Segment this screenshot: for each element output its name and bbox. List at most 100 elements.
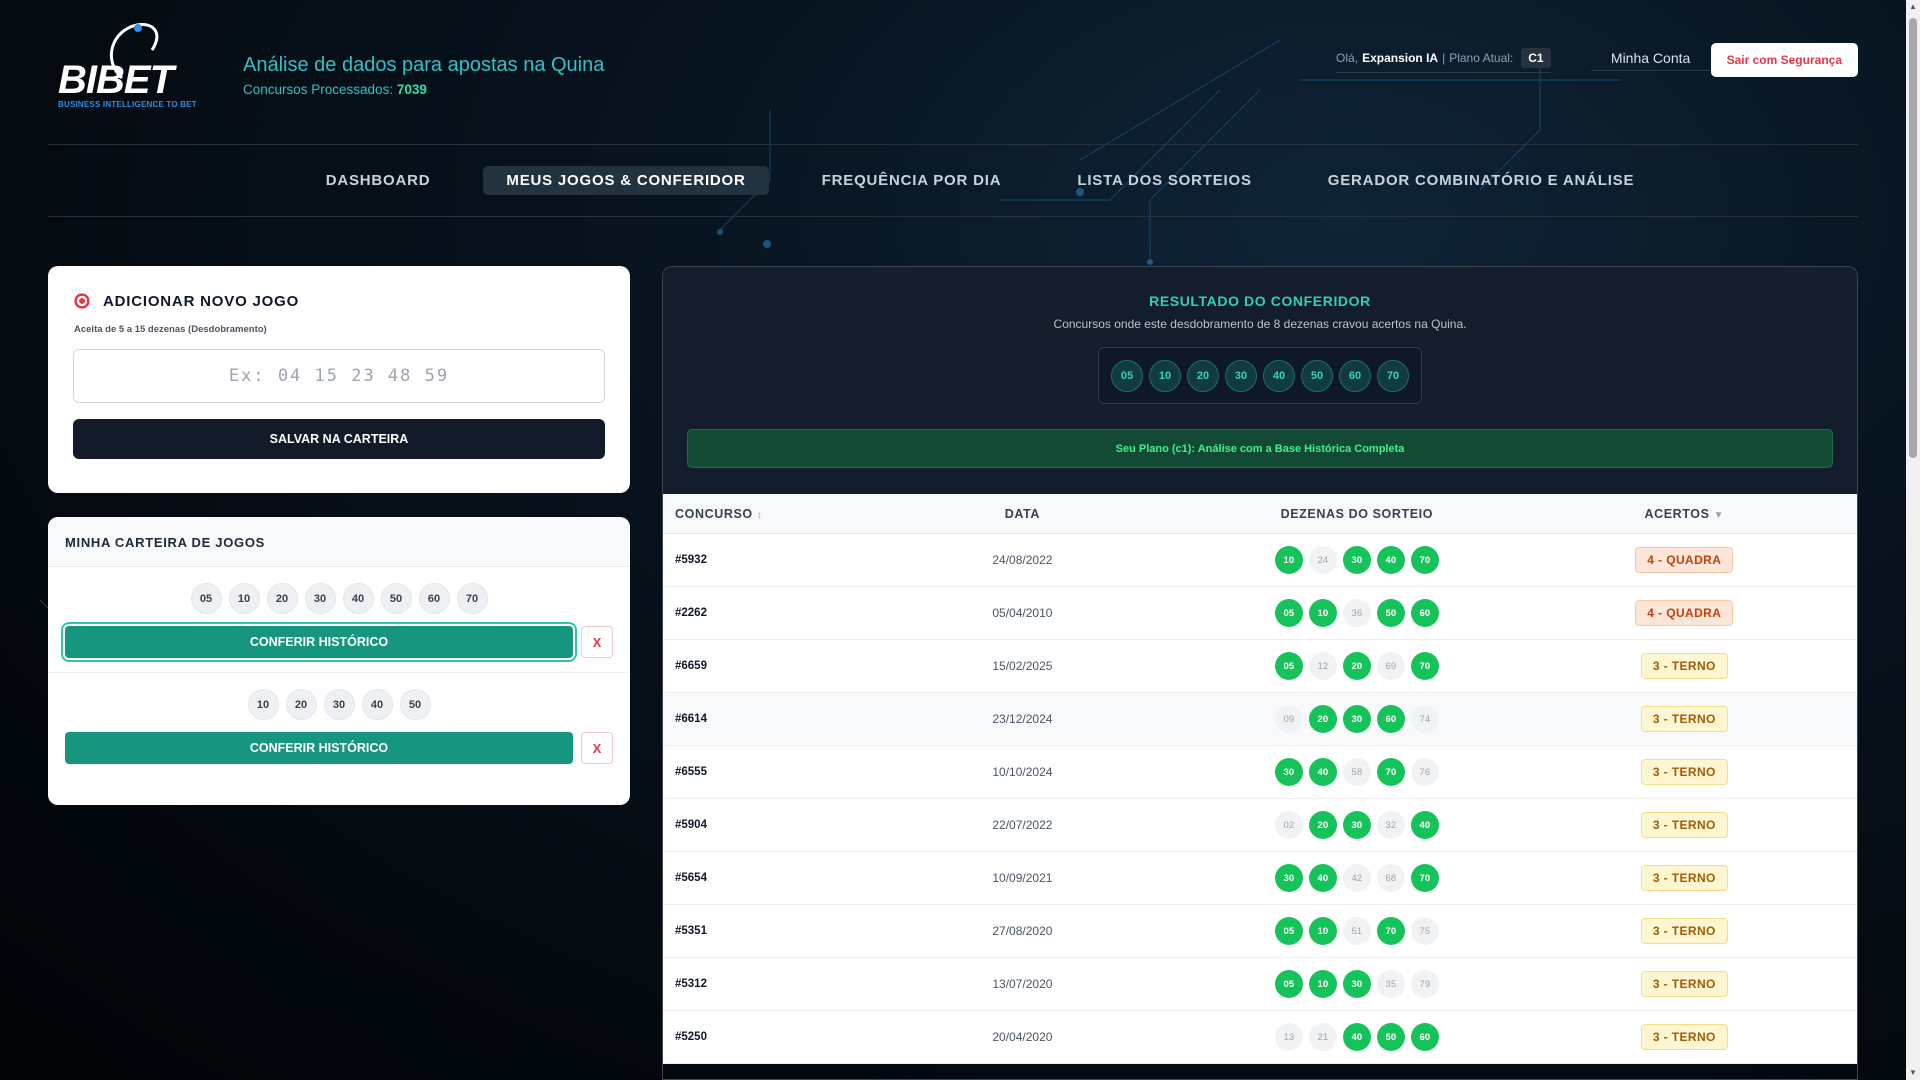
number-ball: 05 (190, 583, 222, 614)
results-table: CONCURSO ↕ DATA DEZENAS DO SORTEIO ACERT… (663, 494, 1857, 1064)
cell-concurso: #5904 (675, 819, 707, 831)
miss-ball: 51 (1342, 917, 1371, 945)
nav-dashboard[interactable]: DASHBOARD (303, 166, 454, 195)
site-tagline: Análise de dados para apostas na Quina (243, 54, 605, 76)
user-name: Expansion IA (1362, 50, 1439, 65)
number-ball: 30 (1225, 359, 1257, 392)
cell-dezenas: 09 20 30 60 74 (1202, 705, 1511, 733)
delete-game-button[interactable]: X (581, 626, 613, 658)
table-row[interactable]: #5904 22/07/2022 02 20 30 32 40 3 - TERNO (663, 799, 1857, 852)
miss-ball: 74 (1410, 705, 1439, 733)
hit-ball: 40 (1376, 546, 1405, 574)
hit-ball: 20 (1308, 705, 1337, 733)
number-ball: 20 (1187, 359, 1219, 392)
cell-dezenas: 05 10 51 70 75 (1202, 917, 1511, 945)
number-ball: 40 (361, 689, 393, 720)
hit-ball: 30 (1274, 864, 1303, 892)
target-icon (73, 292, 91, 310)
game-actions: CONFERIR HISTÓRICO X (65, 626, 613, 672)
hit-ball: 10 (1308, 599, 1337, 627)
table-row[interactable]: #6614 23/12/2024 09 20 30 60 74 3 - TERNO (663, 693, 1857, 746)
number-ball: 30 (323, 689, 355, 720)
game-numbers-input[interactable] (73, 349, 605, 403)
hit-ball: 50 (1376, 599, 1405, 627)
col-data: DATA (1004, 506, 1041, 521)
cell-dezenas: 05 10 36 50 60 (1202, 599, 1511, 627)
cell-data: 10/09/2021 (992, 871, 1053, 885)
cell-data: 23/12/2024 (992, 712, 1053, 726)
miss-ball: 75 (1410, 917, 1439, 945)
hits-badge: 3 - TERNO (1640, 1024, 1728, 1050)
cell-concurso: #6614 (675, 713, 707, 725)
plan-badge: C1 (1521, 47, 1551, 68)
cell-acertos: 3 - TERNO (1512, 759, 1857, 785)
table-row[interactable]: #5932 24/08/2022 10 24 30 40 70 4 - QUADRA (663, 534, 1857, 587)
miss-ball: 02 (1274, 811, 1303, 839)
hit-ball: 50 (1376, 1023, 1405, 1051)
my-account-link[interactable]: Minha Conta (1590, 50, 1711, 71)
table-row[interactable]: #2262 05/04/2010 05 10 36 50 60 4 - QUADRA (663, 587, 1857, 640)
plan-banner: Seu Plano (c1): Análise com a Base Histó… (687, 429, 1833, 468)
cell-concurso: #5351 (675, 925, 707, 937)
table-row[interactable]: #5312 13/07/2020 05 10 30 35 79 3 - TERNO (663, 958, 1857, 1011)
divider (48, 216, 1858, 217)
cell-acertos: 4 - QUADRA (1512, 547, 1857, 573)
hits-badge: 3 - TERNO (1640, 971, 1728, 997)
number-ball: 50 (380, 583, 412, 614)
number-ball: 30 (304, 583, 336, 614)
cell-dezenas: 02 20 30 32 40 (1202, 811, 1511, 839)
table-row[interactable]: #6555 10/10/2024 30 40 58 70 76 3 - TERNO (663, 746, 1857, 799)
brand-logo[interactable]: BIBET BUSINESS INTELLIGENCE TO BET (52, 20, 222, 110)
processed-count: Concursos Processados: 7039 (243, 82, 427, 97)
cell-concurso: #6555 (675, 766, 707, 778)
hit-ball: 05 (1274, 917, 1303, 945)
col-dezenas: DEZENAS DO SORTEIO (1280, 506, 1434, 521)
table-row[interactable]: #5351 27/08/2020 05 10 51 70 75 3 - TERNO (663, 905, 1857, 958)
scroll-up-icon[interactable]: ▲ (1909, 3, 1917, 11)
nav-my-games[interactable]: MEUS JOGOS & CONFERIDOR (483, 166, 769, 195)
col-concurso[interactable]: CONCURSO ↕ (663, 507, 843, 521)
cell-concurso: #5654 (675, 872, 707, 884)
cell-data: 20/04/2020 (992, 1030, 1053, 1044)
cell-acertos: 3 - TERNO (1512, 653, 1857, 679)
miss-ball: 42 (1342, 864, 1371, 892)
number-ball: 10 (247, 689, 279, 720)
miss-ball: 58 (1342, 758, 1371, 786)
delete-game-button[interactable]: X (581, 732, 613, 764)
cell-data: 15/02/2025 (992, 659, 1053, 673)
hits-badge: 3 - TERNO (1640, 759, 1728, 785)
check-history-button[interactable]: CONFERIR HISTÓRICO (65, 626, 573, 658)
col-acertos[interactable]: ACERTOS ▼ (1512, 507, 1857, 521)
user-greeting: Olá, Expansion IA | Plano Atual: C1 (1336, 47, 1551, 73)
hit-ball: 30 (1342, 970, 1371, 998)
cell-dezenas: 05 12 20 69 70 (1202, 652, 1511, 680)
number-ball: 50 (399, 689, 431, 720)
table-row[interactable]: #5250 20/04/2020 13 21 40 50 60 3 - TERNO (663, 1011, 1857, 1064)
table-row[interactable]: #5654 10/09/2021 30 40 42 68 70 3 - TERNO (663, 852, 1857, 905)
scroll-down-icon[interactable]: ▼ (1909, 1069, 1917, 1077)
cell-dezenas: 30 40 42 68 70 (1202, 864, 1511, 892)
cell-concurso: #5312 (675, 978, 707, 990)
logo-subtitle: BUSINESS INTELLIGENCE TO BET (58, 100, 197, 109)
wallet-game: 10 20 30 40 50 CONFERIR HISTÓRICO X (48, 673, 630, 778)
logout-button[interactable]: Sair com Segurança (1710, 43, 1858, 77)
wallet-game: 05 10 20 30 40 50 60 70 CONFERIR HISTÓRICO X (48, 567, 630, 673)
scroll-thumb[interactable] (1909, 18, 1917, 458)
save-to-wallet-button[interactable]: SALVAR NA CARTEIRA (73, 419, 605, 459)
check-history-button[interactable]: CONFERIR HISTÓRICO (65, 732, 573, 764)
nav-draw-list[interactable]: LISTA DOS SORTEIOS (1054, 166, 1274, 195)
cell-data: 22/07/2022 (992, 818, 1053, 832)
hit-ball: 05 (1274, 652, 1303, 680)
hit-ball: 05 (1274, 599, 1303, 627)
number-ball: 05 (1111, 359, 1143, 392)
cell-concurso: #2262 (675, 607, 707, 619)
hit-ball: 30 (1342, 546, 1371, 574)
logo-text: BIBET (58, 58, 174, 102)
nav-frequency[interactable]: FREQUÊNCIA POR DIA (799, 166, 1025, 195)
hit-ball: 05 (1274, 970, 1303, 998)
cell-acertos: 3 - TERNO (1512, 706, 1857, 732)
page-scrollbar[interactable]: ▲ ▼ (1906, 0, 1920, 1080)
result-header: RESULTADO DO CONFERIDOR Concursos onde e… (663, 267, 1857, 494)
table-row[interactable]: #6659 15/02/2025 05 12 20 69 70 3 - TERNO (663, 640, 1857, 693)
nav-generator[interactable]: GERADOR COMBINATÓRIO E ANÁLISE (1305, 166, 1658, 195)
